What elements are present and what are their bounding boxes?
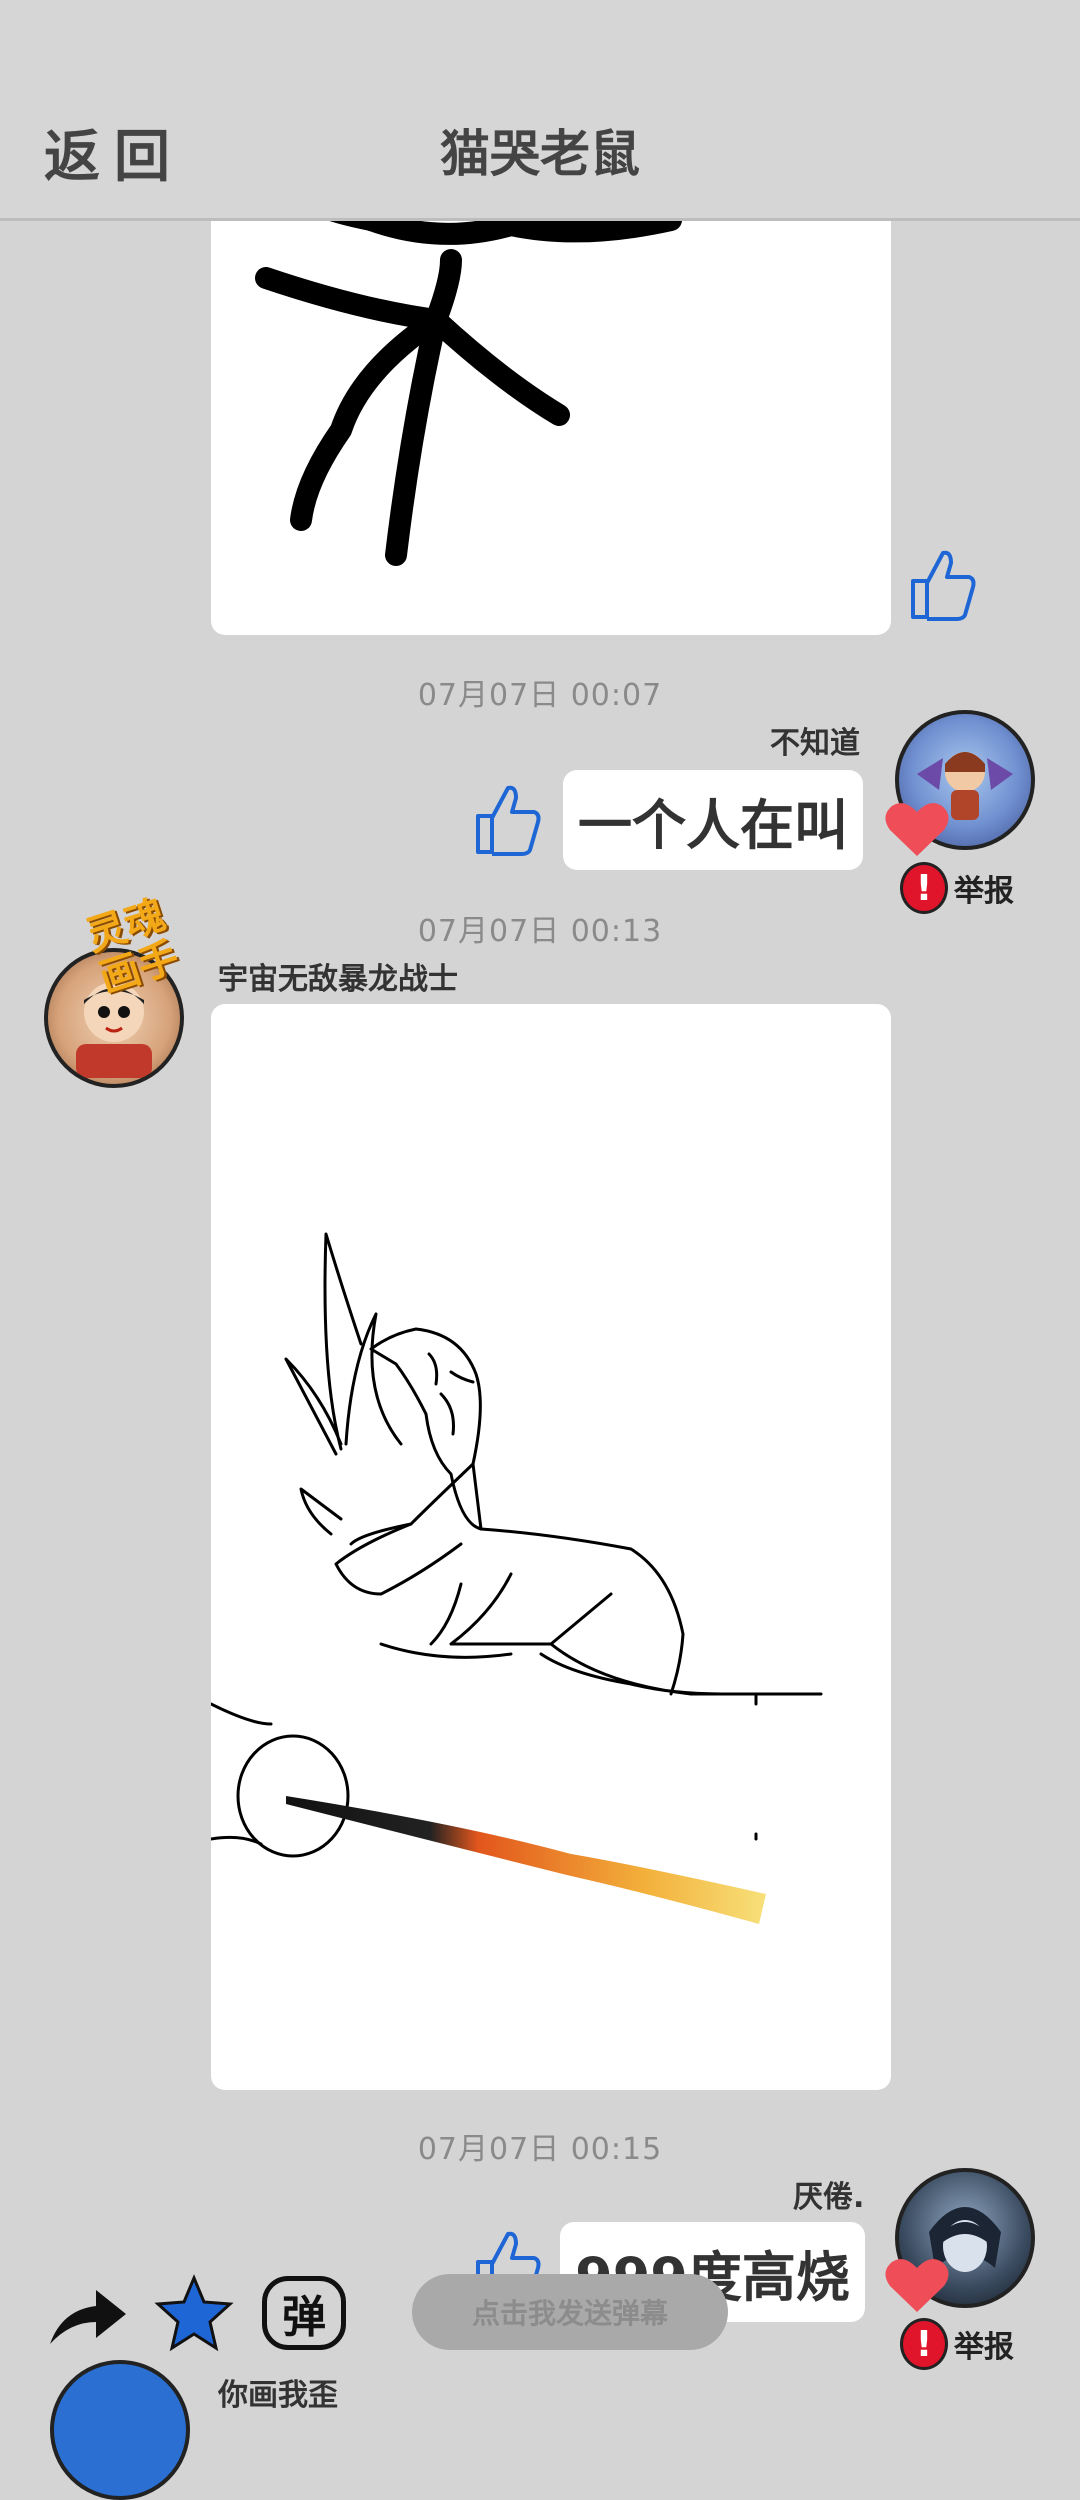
share-icon[interactable] [44, 2280, 130, 2350]
username: 你画我歪 [218, 2378, 338, 2413]
page-title: 猫哭老鼠 [440, 125, 640, 183]
thumbs-up-icon[interactable] [905, 545, 977, 623]
soul-painter-badge: 灵魂画手 [81, 892, 222, 1050]
username: 宇宙无敌暴龙战士 [218, 962, 458, 997]
alert-icon: ! [900, 2318, 948, 2370]
thumbs-up-icon[interactable] [470, 780, 542, 858]
star-icon[interactable] [154, 2274, 234, 2352]
stick-figure-drawing [255, 189, 682, 566]
avatar[interactable] [50, 2360, 190, 2500]
danmu-input[interactable]: 点击我发送弹幕 [412, 2274, 728, 2350]
danmu-icon[interactable]: 弹 [262, 2276, 346, 2350]
report-label: 举报 [954, 874, 1014, 909]
username: 不知道 [770, 726, 860, 761]
danmu-icon-text: 弹 [282, 2292, 326, 2343]
drawing-canvas-2[interactable] [211, 1004, 891, 2090]
timestamp: 07月07日 00:07 [417, 678, 663, 713]
message-bubble: 一个人在叫 [563, 770, 863, 870]
drawing-canvas-1[interactable] [211, 170, 891, 635]
badge-text: 灵魂画手 [80, 891, 185, 1003]
report-button[interactable]: ! 举报 [900, 2318, 1014, 2370]
username: 厌倦. [793, 2180, 865, 2215]
timestamp: 07月07日 00:15 [417, 2132, 663, 2167]
top-bar: 返回 猫哭老鼠 [0, 0, 1080, 221]
heart-icon[interactable] [884, 800, 950, 858]
heart-icon[interactable] [884, 2256, 950, 2314]
cat-drawing [211, 1232, 823, 1924]
report-label: 举报 [954, 2330, 1014, 2365]
